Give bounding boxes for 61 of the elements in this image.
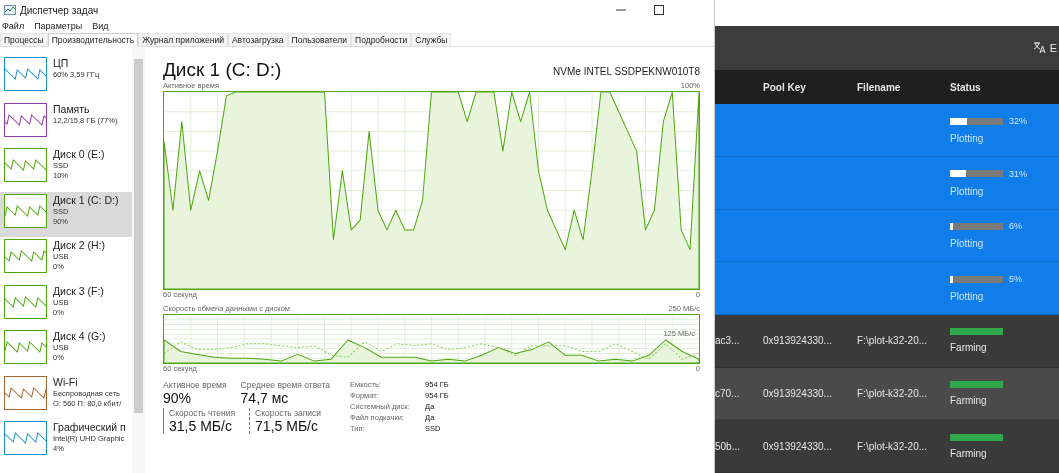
- progress-percent: 32%: [1009, 116, 1027, 127]
- column-header[interactable]: Pool Key: [763, 81, 857, 93]
- resource-name: Память: [53, 102, 91, 116]
- table-cell-text: ac3...: [715, 335, 741, 347]
- status-text: Plotting: [950, 238, 985, 250]
- table-cell-text: F:\plot-k32-20...: [857, 387, 929, 399]
- status-text: Plotting: [950, 291, 985, 303]
- table-cell-text: 0x913924330...: [763, 335, 833, 347]
- tab[interactable]: Процессы: [0, 33, 48, 47]
- status-text: Plotting: [950, 133, 985, 145]
- stat-value: 90%: [163, 390, 193, 406]
- app-icon: [4, 5, 16, 15]
- progress-percent: 5%: [1009, 274, 1022, 285]
- progress-percent: 6%: [1009, 221, 1022, 232]
- resource-name: Диск 2 (H:): [53, 239, 105, 252]
- resource-name: Графический п: [53, 421, 126, 434]
- resource-name: Диск 0 (E:): [53, 148, 105, 161]
- translate-icon: [1032, 41, 1046, 55]
- stat-value: 71,5 МБ/с: [255, 418, 319, 434]
- maximize-icon: [654, 5, 664, 15]
- stat-label: Скорость чтения: [169, 408, 236, 418]
- resource-name: Диск 1 (C: D:): [53, 193, 119, 207]
- stat-value: 74,7 мс: [240, 390, 290, 406]
- tab[interactable]: Подробности: [351, 33, 412, 47]
- disk-model: NVMe INTEL SSDPEKNW010T8: [553, 66, 700, 79]
- tab[interactable]: Автозагрузка: [227, 33, 288, 47]
- scrollbar[interactable]: [132, 47, 145, 473]
- table-cell-text: 50b...: [715, 440, 742, 452]
- table-cell-text: c70...: [715, 387, 741, 399]
- resource-name: ЦП: [53, 57, 70, 70]
- menu-item[interactable]: Вид: [92, 20, 109, 33]
- menu-item[interactable]: Файл: [2, 20, 25, 33]
- resource-name: Wi-Fi: [53, 375, 79, 389]
- tab[interactable]: Пользователи: [287, 33, 351, 47]
- resource-name: Диск 4 (G:): [53, 330, 106, 343]
- tab[interactable]: Производительность: [47, 33, 139, 47]
- column-header[interactable]: Filename: [857, 81, 950, 93]
- table-cell-text: F:\plot-k32-20...: [857, 440, 929, 452]
- status-text: Plotting: [950, 185, 985, 197]
- stat-label: Среднее время ответа: [240, 380, 331, 390]
- disk-title: Диск 1 (C: D:): [163, 59, 282, 81]
- stat-label: Скорость записи: [255, 408, 322, 418]
- table-cell-text: 0x913924330...: [763, 387, 833, 399]
- menu-item[interactable]: Параметры: [34, 20, 83, 33]
- window-title: Диспетчер задач: [20, 4, 100, 16]
- language-button[interactable]: E: [1032, 41, 1059, 55]
- stat-value: 31,5 МБ/с: [169, 418, 233, 434]
- column-header[interactable]: Status: [950, 81, 1059, 93]
- table-row[interactable]: 50b... 0x913924330... F:\plot-k32-20... Farming: [715, 420, 1059, 473]
- tab[interactable]: Журнал приложений: [138, 33, 228, 47]
- tab[interactable]: Службы: [411, 33, 452, 47]
- table-row[interactable]: c70... 0x913924330... F:\plot-k32-20... Farming: [715, 367, 1059, 421]
- progress-percent: 31%: [1009, 168, 1027, 179]
- resource-name: Диск 3 (F:): [53, 284, 104, 298]
- status-text: Farming: [950, 447, 988, 459]
- table-cell-text: F:\plot-k32-20...: [857, 335, 929, 347]
- stat-label: Активное время: [163, 380, 227, 390]
- table-row[interactable]: ac3... 0x913924330... F:\plot-k32-20... Farming: [715, 314, 1059, 368]
- status-text: Farming: [950, 342, 988, 354]
- table-cell-text: 0x913924330...: [763, 440, 833, 452]
- status-text: Farming: [950, 394, 988, 406]
